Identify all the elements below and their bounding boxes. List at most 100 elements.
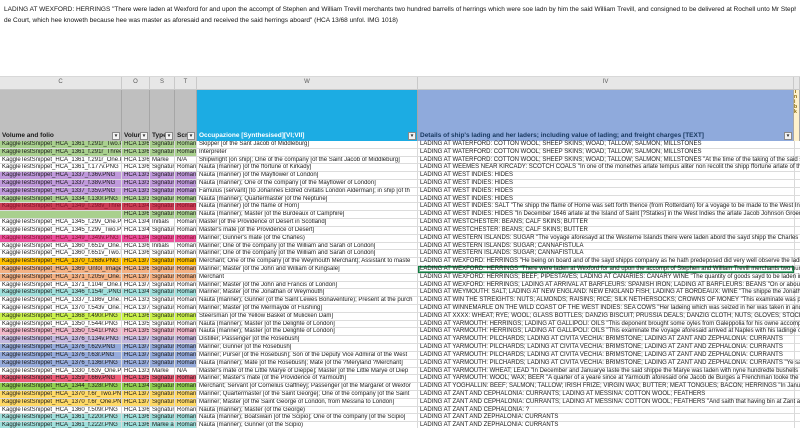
cell-volume-folio[interactable]: KaggleTestSnippet_HCA_1376_f.62v.PNG [0, 344, 122, 352]
cell-overflow-sliver[interactable] [794, 243, 800, 251]
cell-type[interactable]: Signature [150, 141, 175, 149]
cell-scribe[interactable]: Roman [175, 141, 197, 149]
column-letter[interactable]: C [0, 77, 122, 89]
cell-occupation[interactable]: Nauta (mariner) [of the Mayflower of Lon… [197, 172, 418, 180]
cell-occupation[interactable]: Famulus (servant) [to Johannes Eldred ci… [197, 188, 418, 196]
cell-type[interactable]: Marke [150, 368, 175, 376]
cell-occupation[interactable]: Mariner; Gunner [of the Rosebush] [197, 344, 418, 352]
cell-volume[interactable]: HCA 13/61 [122, 164, 150, 172]
cell-volume[interactable]: HCA 13/49 [122, 235, 150, 243]
cell-volume-folio[interactable]: KaggleTestSnippet_HCA_1376_f.134v.PNG [0, 336, 122, 344]
cell-volume-folio[interactable]: KaggleTestSnippet_HCA_1350_f.541r.PNG [0, 328, 122, 336]
cell-scribe[interactable]: Roman [175, 344, 197, 352]
cell-scribe[interactable]: N/A [175, 157, 197, 165]
cell-details[interactable]: LADING AT YARMOUTH: PILCHARDS; LADING AT… [418, 336, 794, 344]
cell-type[interactable]: Signature [150, 383, 175, 391]
cell-volume[interactable]: HCA 13/34 [122, 196, 150, 204]
cell-type[interactable]: Signature [150, 180, 175, 188]
cell-details[interactable]: LADING AT WESTERN ISLANDS: SUGAR; CANNAF… [418, 243, 794, 251]
cell-type[interactable]: Signature [150, 188, 175, 196]
cell-overflow-sliver[interactable] [794, 219, 800, 227]
cell-details[interactable]: LADING AT WIN THE STREIGHTS: NUTS; ALMON… [418, 297, 794, 305]
cell-volume[interactable]: HCA 13/61 [122, 141, 150, 149]
cell-volume-folio[interactable]: KaggleTestSnippet_HCA_1345_f.29v_One.PNG [0, 219, 122, 227]
cell-occupation[interactable]: Master's mate of the Little Marye of Die… [197, 368, 418, 376]
cell-type[interactable]: Signature [150, 344, 175, 352]
cell-volume[interactable]: HCA 13/62 [122, 211, 150, 219]
cell-volume-folio[interactable]: KaggleTestSnippet_HCA_1361_f.220r.PNG [0, 414, 122, 422]
cell-scribe[interactable]: Roman [175, 227, 197, 235]
cell-occupation[interactable]: Nauta (mariner); Boatswain [of the Scipi… [197, 414, 418, 422]
cell-volume[interactable]: HCA 13/61 [122, 157, 150, 165]
cell-scribe[interactable]: Roman [175, 407, 197, 415]
cell-occupation[interactable]: Mariner; Master [of the Mermayde of Flus… [197, 305, 418, 313]
cell-scribe[interactable]: Roman [175, 243, 197, 251]
column-letter[interactable]: IV [418, 77, 794, 89]
cell-volume-folio[interactable] [0, 211, 122, 219]
header-scribe[interactable]: Scri ▾ [175, 90, 197, 141]
cell-volume[interactable]: HCA 13/30 [122, 368, 150, 376]
cell-type[interactable]: Signature [150, 391, 175, 399]
cell-overflow-sliver[interactable] [794, 188, 800, 196]
cell-scribe[interactable]: Roman [175, 172, 197, 180]
cell-occupation[interactable]: Mariner; Master [of the John and William… [197, 266, 418, 274]
cell-scribe[interactable]: Roman [175, 196, 197, 204]
cell-volume[interactable]: HCA 13/61 [122, 149, 150, 157]
cell-details[interactable]: LADING AT WEEMES NEAR KIRCADY: SCOTCH CO… [418, 164, 794, 172]
cell-details[interactable]: LADING AT WATERFORD: COTTON WOOL; SHEEP … [418, 157, 794, 165]
cell-type[interactable]: Signature [150, 258, 175, 266]
cell-overflow-sliver[interactable] [794, 149, 800, 157]
header-type[interactable]: Type ▾ [150, 90, 175, 141]
cell-type[interactable]: Signature [150, 164, 175, 172]
cell-volume-folio[interactable]: KaggleTestSnippet_HCA_1345_f.29v_Two.PNG [0, 227, 122, 235]
cell-volume-folio[interactable]: KaggleTestSnippet_HCA_1371_f.104r_One.PN… [0, 282, 122, 290]
cell-volume-folio[interactable]: KaggleTestSnippet_HCA_1370_f.268v.PNG [0, 258, 122, 266]
cell-volume[interactable]: HCA 13/44 [122, 383, 150, 391]
cell-overflow-sliver[interactable] [794, 407, 800, 415]
cell-details[interactable]: LADING AT YOGHALLIN: BEEF; SALMON; TALLO… [418, 383, 794, 391]
cell-volume[interactable]: HCA 13/70 [122, 305, 150, 313]
cell-type[interactable]: Signature [150, 211, 175, 219]
cell-overflow-sliver[interactable] [794, 422, 800, 428]
cell-volume[interactable]: HCA 13/69 [122, 266, 150, 274]
cell-occupation[interactable]: Skipper [of the Sant Jacob of Middleburg… [197, 141, 418, 149]
cell-volume[interactable]: HCA 13/37 [122, 172, 150, 180]
cell-occupation[interactable]: Nauta (mariner); Master [of the Burdeaux… [197, 211, 418, 219]
cell-details[interactable]: LADING AT WATERFORD: COTTON WOOL; SHEEP … [418, 141, 794, 149]
cell-scribe[interactable]: Roman [175, 203, 197, 211]
cell-scribe[interactable]: Roman [175, 180, 197, 188]
cell-volume-folio[interactable]: KaggleTestSnippet_HCA_1361_f.291r_One.PN… [0, 157, 122, 165]
cell-type[interactable]: Initials [150, 219, 175, 227]
cell-type[interactable]: Signature [150, 250, 175, 258]
cell-type[interactable]: Signature [150, 313, 175, 321]
cell-volume-folio[interactable]: KaggleTestSnippet_HCA_1337_f.35v.PNG [0, 188, 122, 196]
cell-volume[interactable]: HCA 13/76 [122, 352, 150, 360]
cell-occupation[interactable]: Merchant; One of the company [of the Wey… [197, 258, 418, 266]
cell-occupation[interactable]: Shipwright [on ship]; One of the company… [197, 157, 418, 165]
cell-volume-folio[interactable]: KaggleTestSnippet_HCA_1360_f.509r.PNG [0, 407, 122, 415]
cell-occupation[interactable]: Nauta (mariner); Quartermaster [of the N… [197, 196, 418, 204]
cell-volume[interactable]: HCA 13/70 [122, 399, 150, 407]
cell-details[interactable]: LADING AT WEST INDIES: HIDES [418, 196, 794, 204]
cell-scribe[interactable]: Roman [175, 383, 197, 391]
filter-dropdown-icon[interactable]: ▾ [784, 132, 792, 140]
cell-details[interactable]: LADING AT YARMOUTH: WOOL; WAX; BEER "A q… [418, 375, 794, 383]
cell-volume-folio[interactable]: KaggleTestSnippet_HCA_1376_f.136r.PNG [0, 360, 122, 368]
cell-volume[interactable]: HCA 13/37 [122, 180, 150, 188]
cell-details[interactable]: LADING AT WEST INDIES: HIDES [418, 172, 794, 180]
cell-overflow-sliver[interactable] [794, 141, 800, 149]
cell-volume-folio[interactable]: KaggleTestSnippet_HCA_1360_f.651v_Two.PN… [0, 250, 122, 258]
header-next-column-partial[interactable]: T n i b k [794, 90, 800, 141]
cell-details[interactable]: LADING AT ZANT AND CEPHALONIA: ? [418, 407, 794, 415]
cell-occupation[interactable]: Nauta (mariner); Gunner (of the Saint Le… [197, 297, 418, 305]
filter-dropdown-icon[interactable]: ▾ [187, 132, 195, 140]
cell-volume-folio[interactable]: KaggleTestSnippet_HCA_1361_f.291r_Two.PN… [0, 141, 122, 149]
cell-scribe[interactable]: Roman [175, 399, 197, 407]
cell-occupation[interactable]: Nauta (mariner) [of the ffame of Horn] [197, 203, 418, 211]
cell-type[interactable]: Signature [150, 399, 175, 407]
cell-scribe[interactable]: Roman [175, 235, 197, 243]
column-letter[interactable]: O [122, 77, 150, 89]
cell-volume-folio[interactable]: KaggleTestSnippet_HCA_1346_f.154r_.PNG [0, 289, 122, 297]
cell-volume-folio[interactable]: KaggleTestSnippet_HCA_1337_f.36v.PNG [0, 172, 122, 180]
cell-type[interactable]: Signature [150, 289, 175, 297]
